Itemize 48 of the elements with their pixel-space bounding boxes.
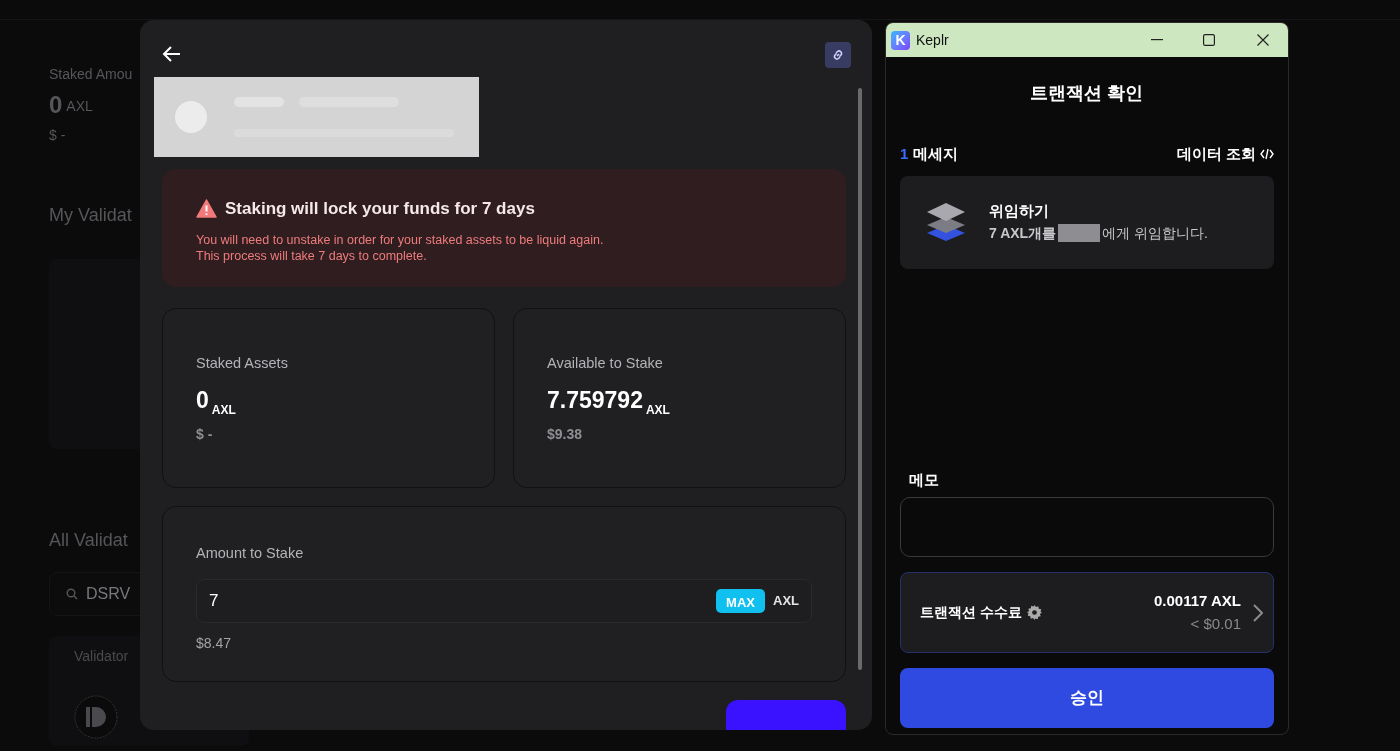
amount-usd: $8.47 — [196, 633, 232, 653]
section-heading: My Validat — [49, 204, 132, 227]
redacted-block — [1058, 224, 1101, 243]
window-title: Keplr — [916, 30, 949, 50]
stat-value: 0 — [196, 388, 209, 412]
stat-value: 7.759792 — [547, 388, 643, 412]
code-icon — [1260, 148, 1274, 161]
memo-field[interactable] — [900, 497, 1274, 557]
back-arrow-icon[interactable] — [162, 45, 182, 63]
amount-label: Amount to Stake — [196, 544, 304, 563]
stat-usd: $9.38 — [547, 424, 583, 444]
warning-text: This process will take 7 days to complete. — [196, 247, 427, 264]
stat-unit: AXL — [645, 403, 670, 416]
stat-unit: AXL — [211, 403, 236, 416]
fee-selector[interactable]: 트랜잭션 수수료 0.00117 AXL < $0.01 — [900, 572, 1274, 653]
dialog-title: 트랜잭션 확인 — [1030, 82, 1144, 105]
stat-usd: $ - — [196, 424, 213, 444]
chevron-right-icon — [1253, 603, 1263, 622]
unit-label: AXL — [773, 592, 799, 610]
search-icon — [66, 588, 78, 600]
fee-label: 트랜잭션 수수료 — [920, 603, 1022, 622]
stat-unit: AXL — [66, 97, 93, 116]
fee-usd: < $0.01 — [1190, 613, 1241, 634]
warning-text: You will need to unstake in order for your staked assets to be liquid again. — [196, 231, 604, 248]
fee-amount: 0.00117 AXL — [1154, 591, 1241, 611]
stat-usd: $ - — [49, 126, 66, 145]
column-header: Validator — [74, 647, 129, 666]
stat-label: Staked Amou — [49, 65, 133, 84]
message-count: 1 메세지 — [900, 144, 958, 164]
warning-icon — [196, 199, 217, 219]
app-logo: K — [891, 30, 910, 50]
link-button[interactable] — [825, 42, 851, 68]
settings-icon — [1026, 605, 1042, 620]
stat-label: Available to Stake — [547, 354, 663, 373]
view-data-link[interactable]: 데이터 조회 — [1176, 143, 1274, 166]
stat-label: Staked Assets — [196, 354, 288, 373]
layers-icon — [926, 203, 966, 241]
validator-logo-icon — [74, 695, 118, 739]
amount-input[interactable]: 7 MAX AXL — [196, 578, 812, 623]
stat-value: 0 — [49, 93, 63, 117]
link-icon — [831, 48, 845, 62]
message-text: 7 AXL개를 — [989, 223, 1057, 243]
warning-title: Staking will lock your funds for 7 days — [225, 198, 535, 220]
approve-button[interactable]: 승인 — [900, 668, 1274, 728]
section-heading: All Validat — [49, 529, 128, 552]
memo-label: 메모 — [909, 469, 939, 490]
message-title: 위임하기 — [989, 201, 1049, 222]
message-text: 에게 위임합니다. — [1102, 223, 1208, 243]
